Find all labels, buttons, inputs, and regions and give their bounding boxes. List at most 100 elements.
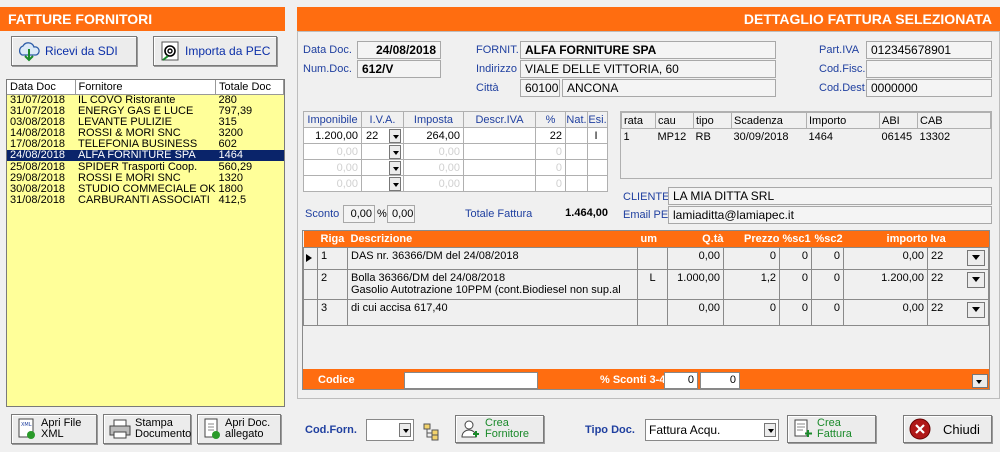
piva-field[interactable]: 012345678901 (866, 41, 992, 59)
crea-fattura-button[interactable]: Crea Fattura (787, 415, 876, 443)
vat-imponibile-cell[interactable]: 0,00 (303, 175, 362, 192)
chiudi-button[interactable]: Chiudi (903, 415, 992, 443)
line-prezzo-cell[interactable]: 1,2 (723, 268, 780, 300)
vat-imposta-cell[interactable]: 264,00 (403, 127, 464, 144)
vat-imponibile-cell[interactable]: 0,00 (303, 143, 362, 160)
line-sc2-cell[interactable]: 0 (811, 268, 844, 300)
line-prezzo-cell[interactable]: 0 (723, 298, 780, 326)
col-header-data-doc[interactable]: Data Doc (7, 80, 76, 95)
vat-pct-cell[interactable]: 0 (535, 143, 566, 160)
invoice-line-row[interactable]: 1 DAS nr. 36366/DM del 24/08/2018 0,00 0 0 0 0… (303, 246, 989, 270)
iva-dropdown-button[interactable] (967, 271, 985, 288)
codice-input[interactable] (404, 372, 538, 389)
vat-iva-cell[interactable] (361, 143, 404, 160)
vat-pct-cell[interactable]: 0 (535, 175, 566, 192)
line-iva-cell[interactable]: 22 (927, 298, 989, 326)
sconto-value-field[interactable]: 0,00 (343, 205, 375, 223)
chevron-down-icon[interactable] (389, 161, 401, 175)
line-importo-cell[interactable]: 0,00 (843, 298, 928, 326)
line-riga-cell[interactable]: 3 (317, 298, 348, 326)
folder-tree-icon[interactable] (422, 421, 442, 441)
line-um-cell[interactable] (637, 246, 668, 270)
vat-row[interactable]: 0,00 0,00 0 (303, 175, 608, 192)
rate-row[interactable]: 1 MP12 RB 30/09/2018 1464 06145 13302 (622, 129, 991, 145)
cliente-field[interactable]: LA MIA DITTA SRL (668, 187, 992, 205)
line-descr-cell[interactable]: Bolla 36366/DM del 24/08/2018 Gasolio Aut… (347, 268, 638, 300)
vat-iva-cell[interactable] (361, 159, 404, 176)
line-sc1-cell[interactable]: 0 (779, 246, 812, 270)
line-sc2-cell[interactable]: 0 (811, 298, 844, 326)
invoice-list-row[interactable]: 24/08/2018 ALFA FORNITURE SPA 1464 (7, 150, 284, 162)
cod-forn-select[interactable] (366, 419, 414, 441)
cap-field[interactable]: 60100 (520, 79, 560, 97)
chevron-down-icon[interactable] (389, 145, 401, 159)
vat-descr-cell[interactable] (463, 159, 536, 176)
vat-iva-cell[interactable] (361, 175, 404, 192)
line-qta-cell[interactable]: 1.000,00 (667, 268, 724, 300)
num-doc-field[interactable]: 612/V (357, 60, 441, 78)
vat-row[interactable]: 0,00 0,00 0 (303, 159, 608, 176)
line-importo-cell[interactable]: 1.200,00 (843, 268, 928, 300)
apri-file-xml-button[interactable]: XML Apri File XML (11, 414, 97, 444)
invoice-lines-grid[interactable]: Riga Descrizione um Q.tà Prezzo %sc1 %sc… (302, 230, 990, 390)
crea-fornitore-button[interactable]: Crea Fornitore (455, 415, 544, 443)
chevron-down-icon[interactable] (389, 129, 401, 143)
indirizzo-field[interactable]: VIALE DELLE VITTORIA, 60 (520, 60, 776, 78)
line-prezzo-cell[interactable]: 0 (723, 246, 780, 270)
invoice-line-row[interactable]: 3 di cui accisa 617,40 0,00 0 0 0 0,00 22 (303, 298, 989, 326)
apri-doc-allegato-button[interactable]: Apri Doc. allegato (197, 414, 281, 444)
vat-nat-cell[interactable] (565, 143, 588, 160)
sconto4-input[interactable]: 0 (700, 372, 740, 389)
lines-scroll-down-button[interactable] (972, 374, 988, 388)
line-um-cell[interactable]: L (637, 268, 668, 300)
invoice-list-row[interactable]: 31/08/2018 CARBURANTI ASSOCIATI 412,5 (7, 195, 284, 206)
line-qta-cell[interactable]: 0,00 (667, 246, 724, 270)
tipo-doc-select[interactable]: Fattura Acqu. (645, 419, 779, 441)
fornitore-field[interactable]: ALFA FORNITURE SPA (520, 41, 776, 59)
importa-pec-button[interactable]: Importa da PEC (153, 36, 277, 66)
line-sc2-cell[interactable]: 0 (811, 246, 844, 270)
vat-iva-cell[interactable]: 22 (361, 127, 404, 144)
vat-pct-cell[interactable]: 0 (535, 159, 566, 176)
vat-imposta-cell[interactable]: 0,00 (403, 143, 464, 160)
iva-dropdown-button[interactable] (967, 301, 985, 318)
vat-pct-cell[interactable]: 22 (535, 127, 566, 144)
line-descr-cell[interactable]: di cui accisa 617,40 (347, 298, 638, 326)
vat-row[interactable]: 1.200,00 22 264,00 22 I (303, 127, 608, 144)
stampa-documento-button[interactable]: Stampa Documento (103, 414, 191, 444)
line-riga-cell[interactable]: 1 (317, 246, 348, 270)
vat-nat-cell[interactable] (565, 159, 588, 176)
vat-imponibile-cell[interactable]: 1.200,00 (303, 127, 362, 144)
line-iva-cell[interactable]: 22 (927, 246, 989, 270)
rate-table[interactable]: rata cau tipo Scadenza Importo ABI CAB 1… (620, 111, 992, 179)
chevron-down-icon[interactable] (389, 177, 401, 191)
iva-dropdown-button[interactable] (967, 249, 985, 266)
coddest-field[interactable]: 0000000 (866, 79, 992, 97)
sconto-pct-field[interactable]: 0,00 (387, 205, 415, 223)
vat-descr-cell[interactable] (463, 143, 536, 160)
col-header-totale-doc[interactable]: Totale Doc (215, 80, 284, 95)
ricevi-sdi-button[interactable]: Ricevi da SDI (11, 36, 137, 66)
line-iva-cell[interactable]: 22 (927, 268, 989, 300)
invoice-list[interactable]: Data Doc Fornitore Totale Doc 31/07/2018… (6, 79, 285, 407)
citta-field[interactable]: ANCONA (562, 79, 776, 97)
line-qta-cell[interactable]: 0,00 (667, 298, 724, 326)
vat-imposta-cell[interactable]: 0,00 (403, 175, 464, 192)
sconto3-input[interactable]: 0 (664, 372, 698, 389)
vat-row[interactable]: 0,00 0,00 0 (303, 143, 608, 160)
email-pec-field[interactable]: lamiaditta@lamiapec.it (668, 206, 992, 224)
vat-esi-cell[interactable] (587, 143, 608, 160)
vat-nat-cell[interactable] (565, 175, 588, 192)
col-header-fornitore[interactable]: Fornitore (75, 80, 217, 95)
line-sc1-cell[interactable]: 0 (779, 268, 812, 300)
invoice-list-row[interactable]: 31/07/2018 ENERGY GAS E LUCE 797,39 (7, 105, 284, 117)
invoice-list-row[interactable]: 31/07/2018 IL COVO Ristorante 280 (7, 94, 284, 106)
vat-imposta-cell[interactable]: 0,00 (403, 159, 464, 176)
vat-nat-cell[interactable] (565, 127, 588, 144)
line-um-cell[interactable] (637, 298, 668, 326)
line-importo-cell[interactable]: 0,00 (843, 246, 928, 270)
vat-esi-cell[interactable] (587, 175, 608, 192)
data-doc-field[interactable]: 24/08/2018 (357, 41, 441, 59)
line-descr-cell[interactable]: DAS nr. 36366/DM del 24/08/2018 (347, 246, 638, 270)
vat-esi-cell[interactable] (587, 159, 608, 176)
